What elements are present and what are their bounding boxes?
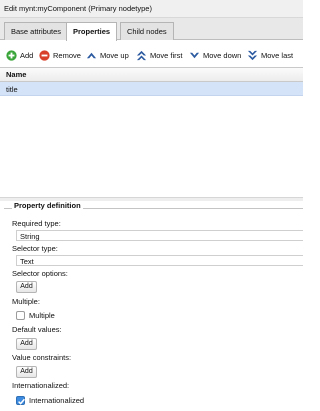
chevron-up-icon [86,52,97,58]
tab-base-attributes[interactable]: Base attributes [4,22,69,40]
internationalized-label: Internationalized: [12,381,70,390]
tab-properties[interactable]: Properties [66,22,118,41]
window-title: Edit mynt:myComponent (Primary nodetype) [0,0,303,18]
add-label: Add [20,50,34,60]
move-down-button[interactable]: Move down [189,48,241,62]
internationalized-checkbox-label: Internationalized [29,396,85,405]
required-type-field[interactable]: String [16,230,303,241]
remove-button[interactable]: Remove [39,48,81,62]
selector-type-field[interactable]: Text [16,255,303,266]
add-button[interactable]: Add [6,48,33,62]
double-chevron-down-icon [247,50,258,60]
multiple-checkbox[interactable] [16,311,25,320]
multiple-checkbox-label: Multiple [29,311,55,320]
selector-options-add-button[interactable]: Add [16,281,37,293]
move-last-label: Move last [261,50,294,60]
value-constraints-label: Value constraints: [12,353,72,362]
required-type-label: Required type: [12,219,61,228]
row-name-cell: title [6,85,18,94]
column-header-name[interactable]: Name [0,68,303,82]
add-icon [6,49,17,61]
tab-bar: Base attributes Properties Child nodes [0,18,303,41]
internationalized-checkbox[interactable] [16,396,25,405]
default-values-label: Default values: [12,325,62,334]
chevron-down-icon [189,52,200,58]
tab-child-nodes[interactable]: Child nodes [120,22,174,40]
multiple-label: Multiple: [12,297,40,306]
move-down-label: Move down [203,50,242,60]
remove-icon [39,49,50,61]
move-up-label: Move up [100,50,129,60]
double-chevron-up-icon [136,50,147,60]
table-row[interactable]: title [0,82,303,96]
toolbar: Add Remove Move up Move first Move down … [0,41,303,67]
checkmark-icon [18,398,25,405]
move-first-label: Move first [150,50,183,60]
move-first-button[interactable]: Move first [136,48,183,62]
default-values-add-button[interactable]: Add [16,338,37,350]
property-definition-legend: Property definition [12,201,83,210]
value-constraints-add-button[interactable]: Add [16,366,37,378]
properties-grid: Name title [0,67,303,197]
remove-label: Remove [53,50,81,60]
selector-options-label: Selector options: [12,269,68,278]
move-last-button[interactable]: Move last [247,48,293,62]
selector-type-label: Selector type: [12,244,58,253]
move-up-button[interactable]: Move up [86,48,129,62]
